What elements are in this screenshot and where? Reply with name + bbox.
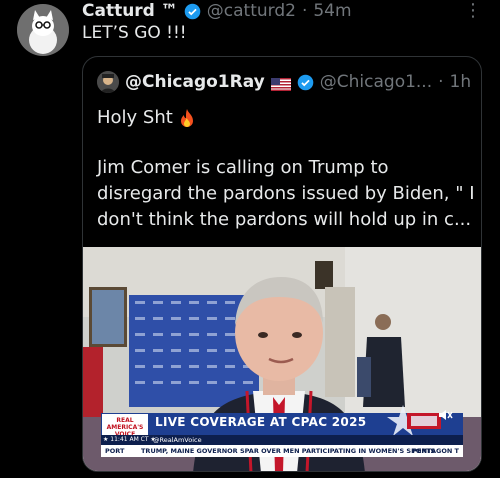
separator-dot: · <box>301 1 308 21</box>
channel-strip: ★ 11:41 AM CT ★ @RealAmVoice <box>101 435 463 445</box>
cpac-logo-icon <box>387 405 441 436</box>
quote-separator-dot: · <box>438 72 444 92</box>
tweet-text: LET’S GO !!! <box>82 23 187 43</box>
verified-badge-icon <box>184 3 201 20</box>
ticker-right: PENTAGON T <box>412 447 459 455</box>
quote-body-text: Jim Comer is calling on Trump to disrega… <box>97 157 475 230</box>
tweet-header: Catturd ™ @catturd2 · 54m <box>82 0 352 22</box>
quote-author-name[interactable]: @Chicago1Ray <box>125 72 265 92</box>
quote-line1-text: Holy Sht <box>97 107 173 128</box>
catturd-avatar[interactable] <box>17 4 69 56</box>
quote-author-avatar <box>97 71 119 93</box>
author-name[interactable]: Catturd ™ <box>82 1 178 21</box>
mute-speaker-icon[interactable] <box>437 407 453 423</box>
broadcast-clock: ★ 11:41 AM CT ★ <box>103 436 156 443</box>
ticker-left: PORT <box>105 447 125 455</box>
more-options-icon[interactable]: ⋮ <box>464 2 482 20</box>
news-ticker: PORT TRUMP, MAINE GOVERNOR SPAR OVER MEN… <box>101 445 463 457</box>
logo-text-1: REAL <box>116 417 134 424</box>
logo-text-2: AMERICA'S <box>106 424 144 431</box>
us-flag-icon <box>270 76 291 91</box>
quote-author-handle[interactable]: @Chicago1... <box>320 72 432 92</box>
tweet[interactable]: Catturd ™ @catturd2 · 54m ⋮ LET’S GO !!!… <box>0 0 500 478</box>
tweet-time[interactable]: 54m <box>313 1 351 21</box>
quote-header: @Chicago1Ray @Chicago1... · 1h <box>97 71 471 93</box>
quote-first-line: Holy Sht <box>97 107 195 128</box>
live-coverage-text: LIVE COVERAGE AT CPAC 2025 <box>155 415 367 429</box>
video-player[interactable]: REAL AMERICA'S VOICE LIVE COVERAGE AT CP… <box>83 247 481 471</box>
channel-handle: @RealAmVoice <box>153 436 202 444</box>
quote-time[interactable]: 1h <box>450 72 472 92</box>
author-handle[interactable]: @catturd2 <box>207 1 296 21</box>
fire-emoji-icon <box>179 108 195 128</box>
quote-verified-badge-icon <box>297 74 314 91</box>
quoted-tweet[interactable]: @Chicago1Ray @Chicago1... · 1h Holy Sht … <box>82 56 482 472</box>
ticker-headline: TRUMP, MAINE GOVERNOR SPAR OVER MEN PART… <box>141 447 436 455</box>
news-lower-third: REAL AMERICA'S VOICE LIVE COVERAGE AT CP… <box>101 405 463 457</box>
